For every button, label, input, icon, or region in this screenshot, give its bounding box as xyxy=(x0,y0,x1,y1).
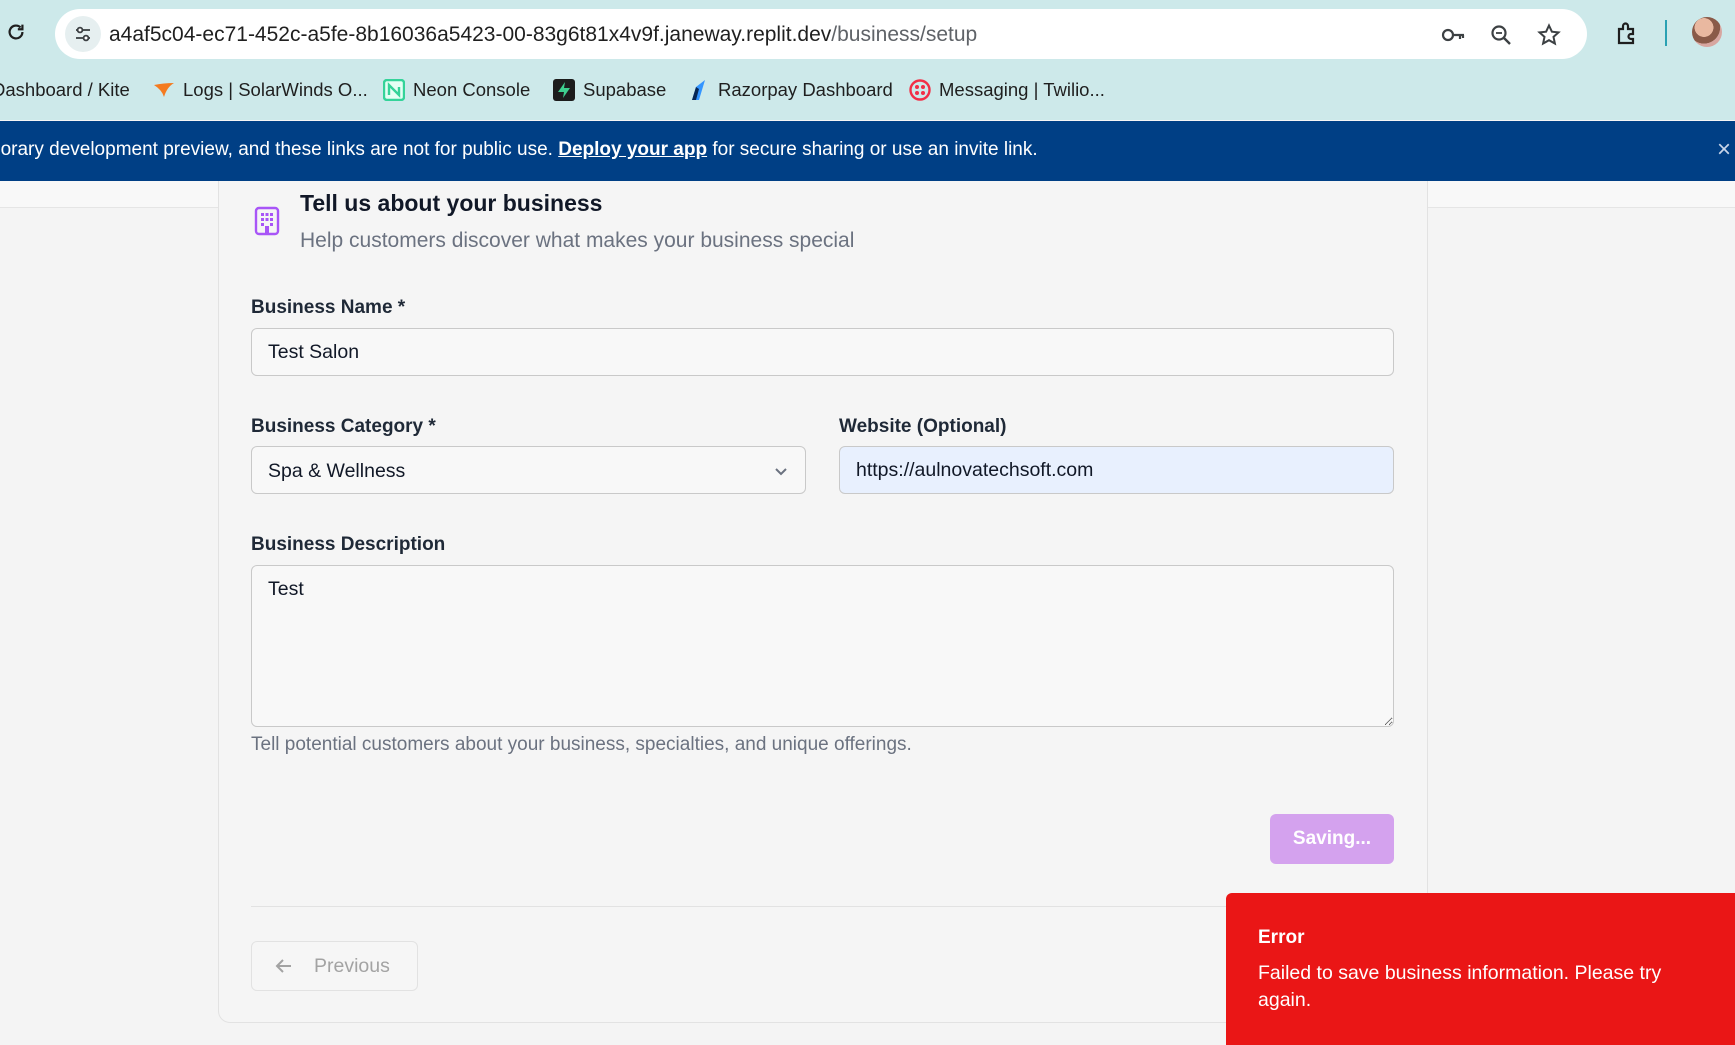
section-subtitle: Help customers discover what makes your … xyxy=(300,229,855,252)
banner-text-before: porary development preview, and these li… xyxy=(0,139,559,160)
bookmark-kite[interactable]: Dashboard / Kite xyxy=(0,76,130,104)
banner-text: porary development preview, and these li… xyxy=(0,139,1038,161)
error-toast[interactable]: Error Failed to save business informatio… xyxy=(1226,893,1735,1045)
bookmark-star-icon[interactable] xyxy=(1536,22,1562,48)
business-description-label: Business Description xyxy=(251,534,446,555)
address-bar[interactable]: a4af5c04-ec71-452c-a5fe-8b16036a5423-00-… xyxy=(55,9,1587,59)
chevron-down-icon xyxy=(775,468,787,476)
bookmark-label: Razorpay Dashboard xyxy=(718,79,893,100)
url-host: a4af5c04-ec71-452c-a5fe-8b16036a5423-00-… xyxy=(109,23,832,46)
building-icon xyxy=(253,206,281,236)
toolbar-separator xyxy=(1665,20,1667,46)
url-path: /business/setup xyxy=(831,23,978,46)
bookmark-supabase[interactable]: Supabase xyxy=(553,76,666,104)
business-category-label: Business Category * xyxy=(251,416,436,437)
business-description-textarea[interactable]: Test xyxy=(251,565,1394,727)
description-help-text: Tell potential customers about your busi… xyxy=(251,734,912,755)
bookmark-label: Logs | SolarWinds O... xyxy=(183,79,368,100)
business-name-label: Business Name * xyxy=(251,297,406,318)
banner-text-after: for secure sharing or use an invite link… xyxy=(707,139,1038,160)
bookmark-label: Dashboard / Kite xyxy=(0,79,130,100)
bookmark-label: Messaging | Twilio... xyxy=(939,79,1105,100)
arrow-left-icon xyxy=(275,959,291,973)
bookmark-razorpay[interactable]: Razorpay Dashboard xyxy=(688,76,893,104)
business-category-select[interactable]: Spa & Wellness xyxy=(251,446,806,494)
dev-preview-banner: porary development preview, and these li… xyxy=(0,121,1735,181)
divider xyxy=(251,906,1394,907)
supabase-icon xyxy=(553,79,575,101)
neon-icon xyxy=(383,79,405,101)
bookmark-solarwinds[interactable]: Logs | SolarWinds O... xyxy=(153,76,368,104)
toast-message: Failed to save business information. Ple… xyxy=(1258,962,1662,1011)
previous-button[interactable]: Previous xyxy=(251,941,418,991)
bookmark-neon[interactable]: Neon Console xyxy=(383,76,530,104)
bookmarks-bar: Dashboard / Kite Logs | SolarWinds O... … xyxy=(0,70,1735,108)
deploy-app-link[interactable]: Deploy your app xyxy=(558,139,707,160)
close-icon[interactable]: × xyxy=(1717,137,1735,163)
solarwinds-icon xyxy=(153,79,175,101)
site-info-icon[interactable] xyxy=(65,16,101,52)
business-name-input[interactable] xyxy=(251,328,1394,376)
twilio-icon xyxy=(909,79,931,101)
extensions-icon[interactable] xyxy=(1612,18,1642,48)
bookmark-twilio[interactable]: Messaging | Twilio... xyxy=(909,76,1105,104)
website-label: Website (Optional) xyxy=(839,416,1007,437)
business-category-value: Spa & Wellness xyxy=(268,460,406,482)
bookmark-label: Neon Console xyxy=(413,79,531,100)
key-icon[interactable] xyxy=(1440,22,1466,48)
zoom-icon[interactable] xyxy=(1488,22,1514,48)
browser-chrome: a4af5c04-ec71-452c-a5fe-8b16036a5423-00-… xyxy=(0,0,1735,120)
profile-avatar[interactable] xyxy=(1692,17,1722,47)
website-input[interactable] xyxy=(839,446,1394,494)
toast-title: Error xyxy=(1258,927,1305,948)
bookmark-label: Supabase xyxy=(583,79,667,100)
section-title: Tell us about your business xyxy=(300,190,603,216)
url-text: a4af5c04-ec71-452c-a5fe-8b16036a5423-00-… xyxy=(109,23,977,47)
previous-label: Previous xyxy=(314,954,390,977)
reload-icon[interactable] xyxy=(2,18,30,46)
saving-button[interactable]: Saving... xyxy=(1270,814,1394,864)
razorpay-icon xyxy=(688,79,710,101)
